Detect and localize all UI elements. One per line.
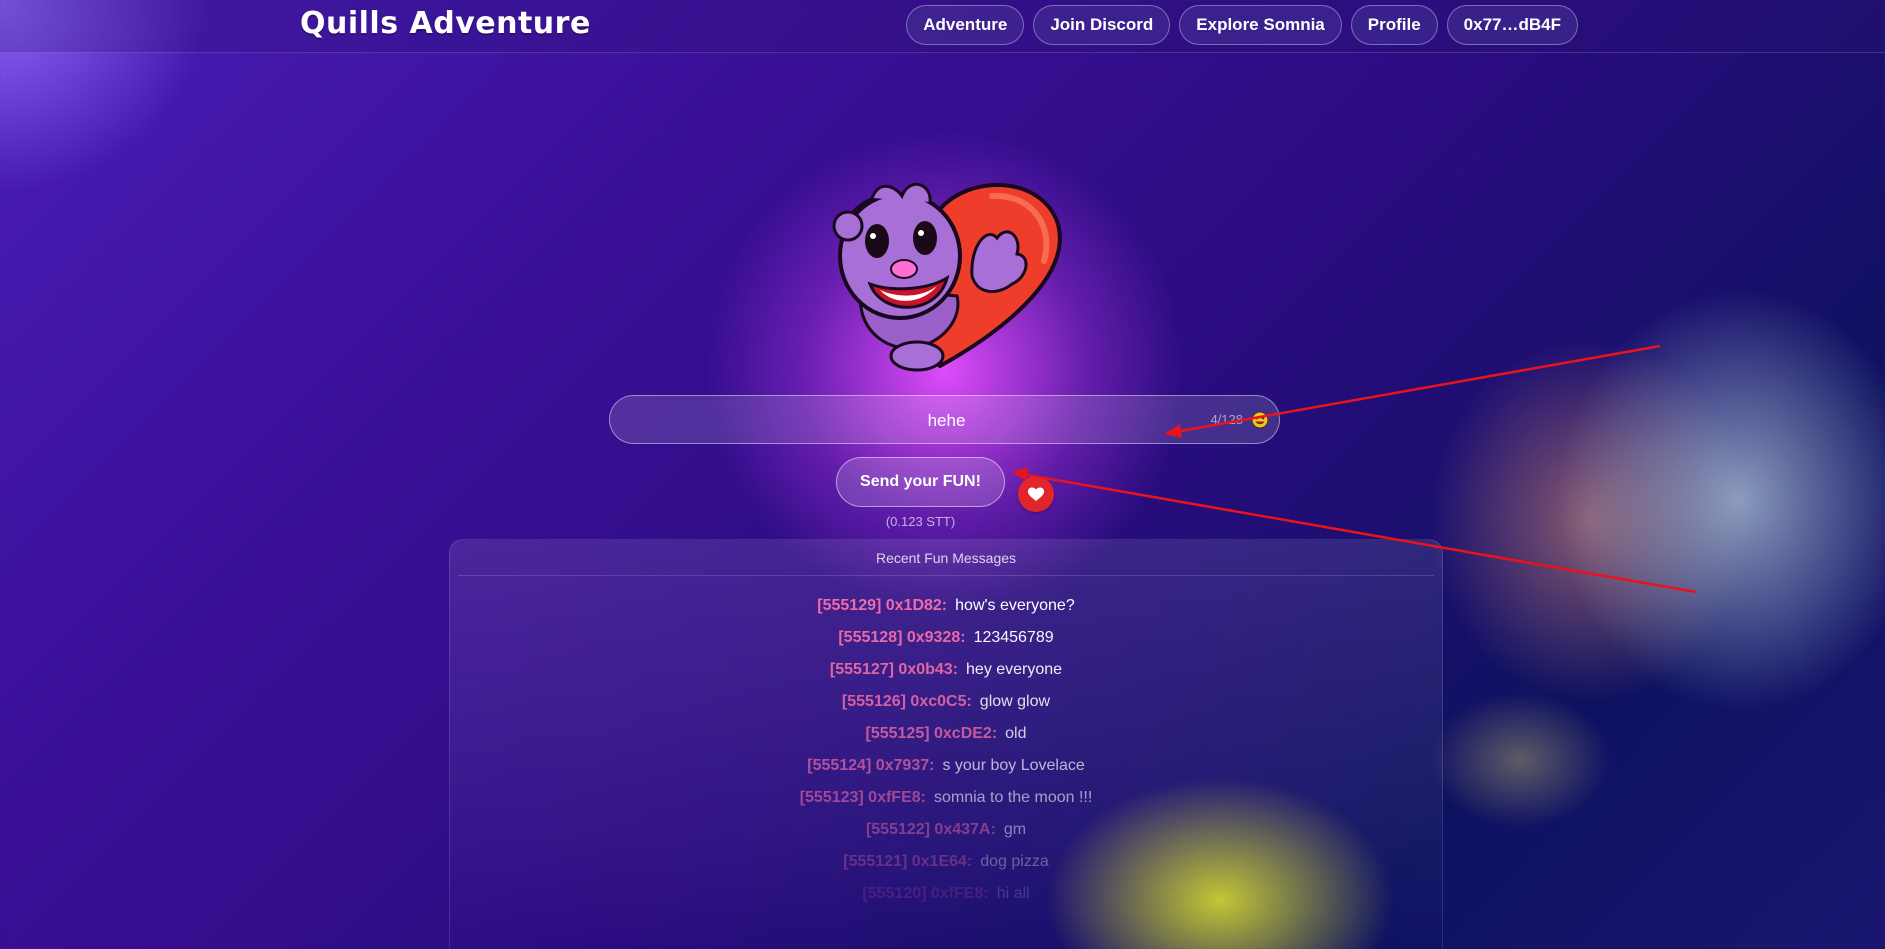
app-logo[interactable]: Quills Adventure (300, 6, 591, 41)
top-navigation-bar: Quills Adventure Adventure Join Discord … (0, 0, 1885, 53)
message-text: gm (1003, 821, 1027, 838)
nav-profile-button[interactable]: Profile (1350, 5, 1438, 45)
messages-list: [555129] 0x1D82: how's everyone? [555128]… (450, 596, 1442, 916)
list-item: [555129] 0x1D82: how's everyone? (450, 596, 1442, 628)
list-item: [555123] 0xfFE8: somnia to the moon !!! (450, 788, 1442, 820)
message-meta: [555122] 0x437A: (865, 821, 996, 838)
mascot-heart-image (832, 182, 1062, 372)
message-input[interactable] (610, 396, 1283, 445)
list-item: [555125] 0xcDE2: old (450, 724, 1442, 756)
message-text: dog pizza (980, 853, 1049, 870)
heart-button[interactable] (1018, 476, 1054, 512)
list-item: [555124] 0x7937: s your boy Lovelace (450, 756, 1442, 788)
recent-messages-panel: Recent Fun Messages [555129] 0x1D82: how'… (449, 539, 1443, 949)
message-meta: [555121] 0x1E64: (843, 853, 973, 870)
message-meta: [555120] 0xfFE8: (862, 885, 989, 902)
recent-messages-title: Recent Fun Messages (458, 550, 1434, 576)
message-meta: [555126] 0xc0C5: (841, 693, 972, 710)
message-meta: [555124] 0x7937: (807, 757, 935, 774)
message-text: 123456789 (973, 629, 1054, 646)
list-item: [555127] 0x0b43: hey everyone (450, 660, 1442, 692)
message-meta: [555129] 0x1D82: (817, 597, 948, 614)
nav-adventure-button[interactable]: Adventure (906, 5, 1025, 45)
nav-explore-somnia-button[interactable]: Explore Somnia (1179, 5, 1342, 45)
message-meta: [555128] 0x9328: (838, 629, 966, 646)
heart-icon (1027, 487, 1045, 501)
list-item: [555121] 0x1E64: dog pizza (450, 852, 1442, 884)
wallet-address-button[interactable]: 0x77…dB4F (1446, 5, 1578, 45)
character-counter: 4/128 (1210, 412, 1243, 427)
message-text: hey everyone (966, 661, 1063, 678)
message-text: s your boy Lovelace (942, 757, 1085, 774)
message-meta: [555123] 0xfFE8: (799, 789, 926, 806)
list-item: [555126] 0xc0C5: glow glow (450, 692, 1442, 724)
list-item: [555120] 0xfFE8: hi all (450, 884, 1442, 916)
list-item: [555122] 0x437A: gm (450, 820, 1442, 852)
message-input-container: 4/128 (609, 395, 1283, 445)
message-text: how's everyone? (955, 597, 1075, 614)
list-item: [555128] 0x9328: 123456789 (450, 628, 1442, 660)
nav-menu: Adventure Join Discord Explore Somnia Pr… (906, 5, 1578, 45)
message-text: somnia to the moon !!! (933, 789, 1093, 806)
message-meta: [555127] 0x0b43: (829, 661, 959, 678)
message-meta: [555125] 0xcDE2: (865, 725, 998, 742)
nav-join-discord-button[interactable]: Join Discord (1033, 5, 1171, 45)
price-label: (0.123 STT) (885, 514, 956, 529)
message-text: glow glow (979, 693, 1051, 710)
message-text: hi all (996, 885, 1030, 902)
send-fun-button[interactable]: Send your FUN! (836, 457, 1005, 507)
smiley-emoji-icon[interactable] (1251, 411, 1269, 429)
message-text: old (1005, 725, 1027, 742)
